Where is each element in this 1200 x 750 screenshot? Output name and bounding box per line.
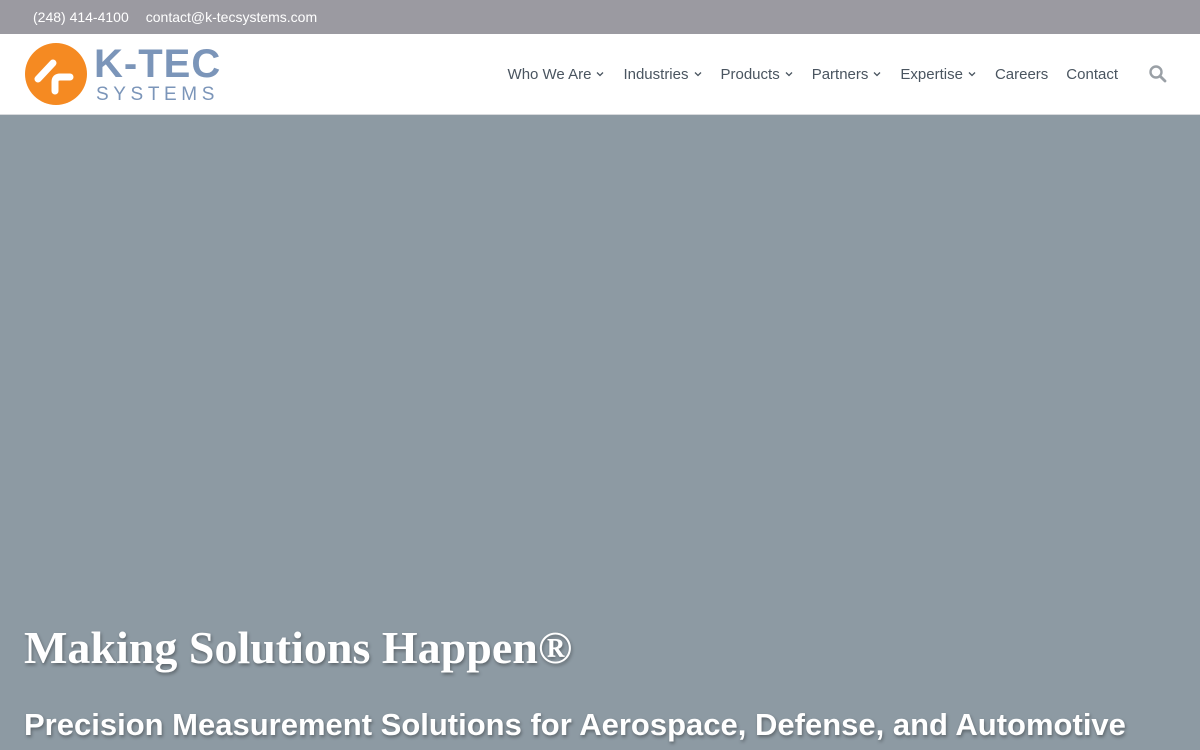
logo-name-ktec: K-TEC xyxy=(94,42,222,86)
nav-item-products[interactable]: Products xyxy=(721,66,794,83)
nav-item-label: Who We Are xyxy=(507,65,592,83)
nav-item-label: Industries xyxy=(623,65,689,83)
nav-item-careers[interactable]: Careers xyxy=(995,66,1048,83)
nav-item-label: Careers xyxy=(994,65,1049,83)
nav-item-label: Products xyxy=(720,65,780,83)
hero-banner: Making Solutions Happen® Precision Measu… xyxy=(0,115,1200,750)
nav-item-label: Expertise xyxy=(900,65,963,83)
chevron-down-icon xyxy=(785,72,793,77)
nav-item-label: Contact xyxy=(1066,65,1118,83)
search-icon[interactable] xyxy=(1148,64,1168,84)
top-contact-bar: (248) 414-4100 contact@k-tecsystems.com xyxy=(0,0,1200,34)
site-logo[interactable]: K-TEC SYSTEMS xyxy=(24,42,228,106)
hero-subtitle: Precision Measurement Solutions for Aero… xyxy=(24,707,1126,742)
nav-item-contact[interactable]: Contact xyxy=(1066,66,1118,83)
logo-wordmark: K-TEC SYSTEMS xyxy=(94,42,228,106)
chevron-down-icon xyxy=(694,72,701,77)
chevron-down-icon xyxy=(596,72,604,77)
main-navigation: Who We Are Industries Products Partners … xyxy=(508,34,1200,114)
nav-item-partners[interactable]: Partners xyxy=(812,66,883,83)
logo-name-systems: SYSTEMS xyxy=(96,84,219,105)
chevron-down-icon xyxy=(873,72,881,77)
nav-item-label: Partners xyxy=(811,65,869,83)
chevron-down-icon xyxy=(968,72,976,77)
phone-link[interactable]: (248) 414-4100 xyxy=(33,9,129,25)
nav-item-who-we-are[interactable]: Who We Are xyxy=(508,66,606,83)
nav-item-industries[interactable]: Industries xyxy=(623,66,702,83)
nav-item-expertise[interactable]: Expertise xyxy=(900,66,977,83)
k-tec-logo-mark-icon xyxy=(25,43,87,105)
site-header: K-TEC SYSTEMS Who We Are Industries Prod… xyxy=(0,34,1200,115)
hero-title: Making Solutions Happen® xyxy=(24,622,573,673)
email-link[interactable]: contact@k-tecsystems.com xyxy=(146,9,317,25)
